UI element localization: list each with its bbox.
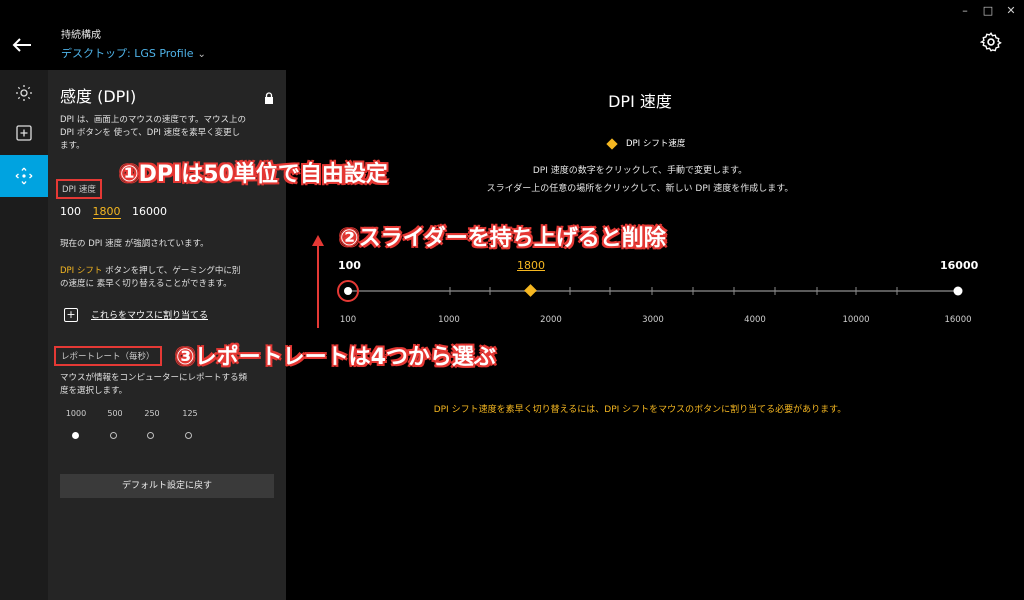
plus-icon[interactable]: + <box>64 308 78 322</box>
assign-to-mouse-link[interactable]: これらをマウスに割り当てる <box>91 308 208 321</box>
profile-name: デスクトップ: LGS Profile <box>61 47 194 60</box>
sensitivity-tab[interactable] <box>0 155 48 197</box>
report-rate-description: マウスが情報をコンピューターにレポートする頻 度を選択します。 <box>60 373 248 396</box>
dpi-shift-warning: DPI シフト速度を素早く切り替えるには、DPI シフトをマウスのボタンに割り当… <box>433 405 847 415</box>
header-subtitle: 持続構成 <box>61 30 101 41</box>
gear-icon[interactable] <box>979 31 1002 53</box>
slider-point <box>953 286 963 296</box>
close-button[interactable]: ✕ <box>1004 4 1018 18</box>
highlight-note: 現在の DPI 速度 が強調されています。 <box>60 239 209 249</box>
rate-radio[interactable] <box>147 432 154 439</box>
report-rate-label: レポートレート（毎秒） <box>54 346 162 366</box>
dpi-value[interactable]: 100 <box>60 205 81 218</box>
rate-label: 1000 <box>65 409 87 418</box>
rate-label: 250 <box>144 409 160 418</box>
diamond-icon <box>606 137 618 150</box>
tick-label: 1000 <box>438 315 460 325</box>
annotation-3: ③レポートレートは4つから選ぶ <box>176 345 496 370</box>
profile-selector[interactable]: デスクトップ: LGS Profile ⌄ <box>61 45 206 61</box>
annotation-arrow <box>312 235 324 328</box>
lighting-tab[interactable] <box>0 74 48 112</box>
tick-label: 2000 <box>540 315 562 325</box>
slider-max-label[interactable]: 16000 <box>940 259 978 272</box>
rate-radio[interactable] <box>110 432 117 439</box>
dpi-move-icon <box>15 167 33 185</box>
maximize-button[interactable]: □ <box>981 4 995 18</box>
panel-title: 感度 (DPI) <box>60 87 137 106</box>
tick-label: 4000 <box>744 315 766 325</box>
slider-shift-label[interactable]: 1800 <box>517 259 545 272</box>
rate-label: 500 <box>107 409 123 418</box>
slider-min-label[interactable]: 100 <box>338 259 361 272</box>
dpi-shift-legend: DPI シフト速度 <box>606 137 685 150</box>
tick-label: 3000 <box>642 315 664 325</box>
tick-label: 100 <box>339 315 357 325</box>
minimize-button[interactable]: – <box>958 4 972 18</box>
left-icon-rail <box>0 70 48 600</box>
panel-description: DPI は、画面上のマウスの速度です。マウス上の DPI ボタンを 使って、DP… <box>60 115 247 151</box>
dpi-speed-label: DPI 速度 <box>56 179 102 199</box>
slider-point <box>344 287 352 295</box>
dpi-shift-description: DPI シフト ボタンを押して、ゲーミング中に別 の速度に 素早く切り替えること… <box>60 266 241 289</box>
rate-label: 125 <box>182 409 198 418</box>
rate-radio-selected[interactable] <box>72 432 79 439</box>
sensitivity-panel: 感度 (DPI) DPI は、画面上のマウスの速度です。マウス上の DPI ボタ… <box>48 70 286 600</box>
sun-icon <box>16 85 32 101</box>
plus-box-icon <box>16 125 32 141</box>
dpi-values: 100 1800 16000 <box>60 205 175 219</box>
shift-diamond-marker <box>524 284 537 297</box>
tick-label: 16000 <box>944 315 972 325</box>
instruction-2: スライダー上の任意の場所をクリックして、新しい DPI 速度を作成します。 <box>486 184 794 194</box>
chevron-down-icon: ⌄ <box>197 49 206 60</box>
rate-radio[interactable] <box>185 432 192 439</box>
assignments-tab[interactable] <box>0 114 48 152</box>
dpi-value-selected[interactable]: 1800 <box>92 205 121 219</box>
dpi-slider[interactable] <box>330 275 980 307</box>
instruction-1: DPI 速度の数字をクリックして、手動で変更します。 <box>532 166 748 176</box>
back-arrow-icon[interactable] <box>12 36 36 56</box>
tick-label: 10000 <box>842 315 870 325</box>
dpi-value[interactable]: 16000 <box>132 205 167 218</box>
annotation-1: ①DPIは50単位で自由設定 <box>120 162 388 187</box>
lock-icon <box>264 89 274 104</box>
reset-defaults-button[interactable]: デフォルト設定に戻す <box>60 474 274 498</box>
main-title: DPI 速度 <box>608 92 672 111</box>
annotation-2: ②スライダーを持ち上げると削除 <box>340 226 666 251</box>
